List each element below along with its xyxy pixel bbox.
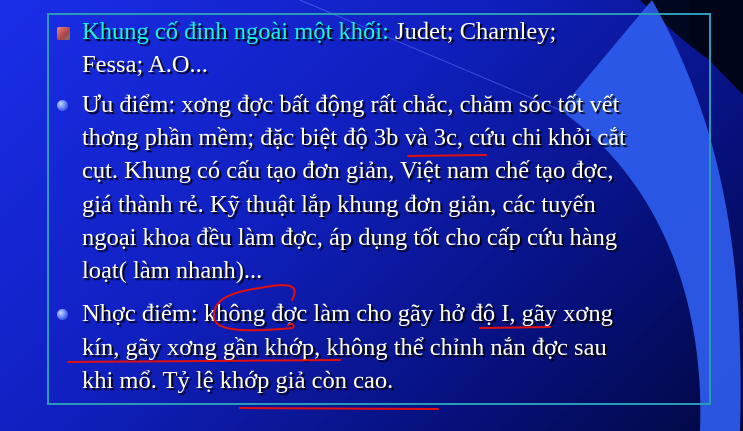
underline-annotation [407,154,487,157]
underline-annotation [67,359,341,363]
circle-annotation [212,284,296,332]
underline-annotation [239,407,439,410]
red-annotations [67,154,551,410]
underline-annotation [479,326,551,329]
